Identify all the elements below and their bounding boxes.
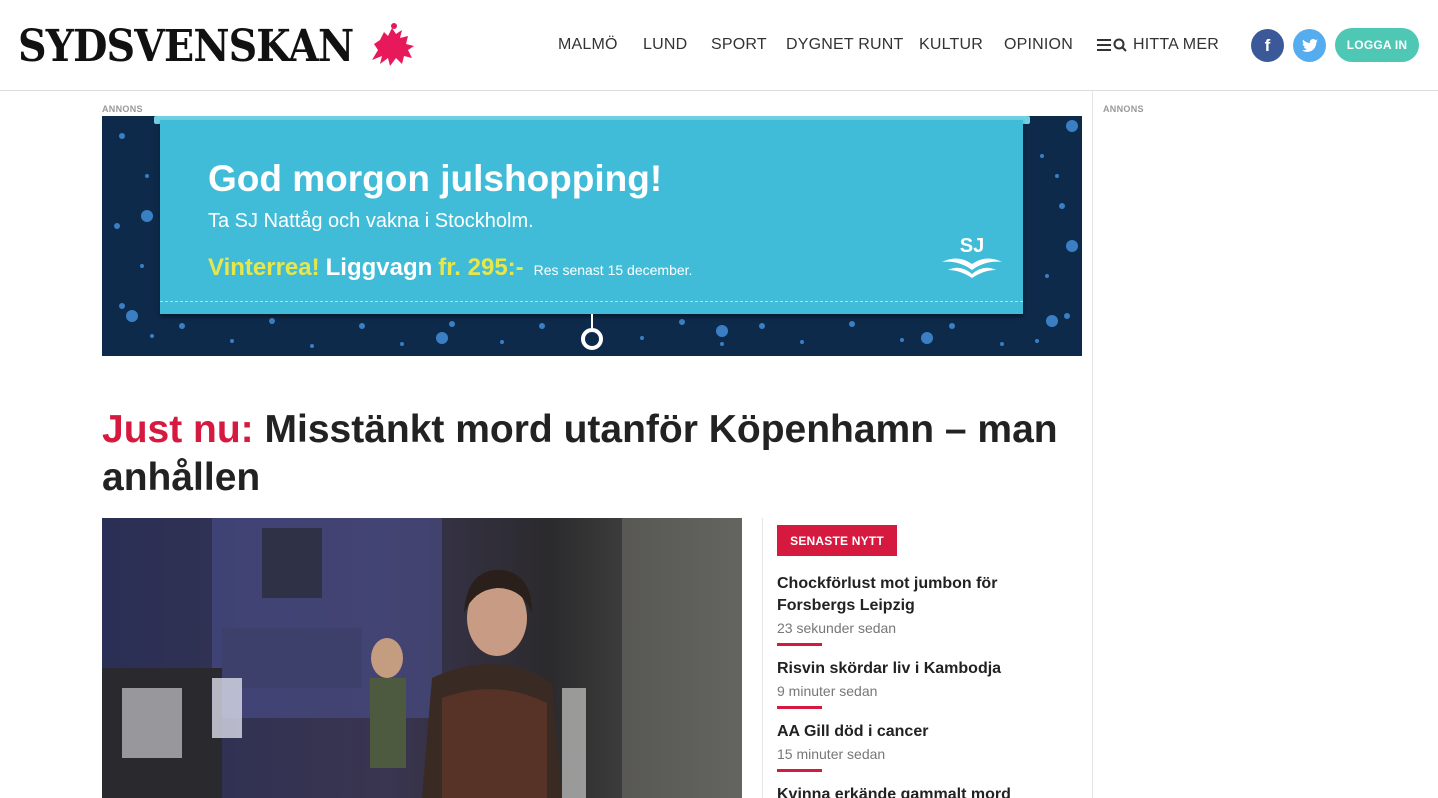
twitter-icon [1301,38,1318,52]
sj-logo-text: SJ [960,235,984,257]
twitter-button[interactable] [1293,29,1326,62]
news-item-title[interactable]: AA Gill död i cancer [777,721,1077,743]
ad-pull-ring [581,328,603,350]
top-story-photo[interactable] [102,518,742,798]
ad-offer-note: Res senast 15 december. [533,262,693,278]
top-story-headline[interactable]: Just nu: Misstänkt mord utanför Köpenham… [102,406,1062,502]
ad-offer-product: Liggvagn [325,254,433,281]
side-ad-label: ANNONS [1103,104,1144,114]
news-item-title[interactable]: Risvin skördar liv i Kambodja [777,658,1077,680]
news-item-time: 9 minuter sedan [777,683,878,699]
latest-news-badge[interactable]: SENASTE NYTT [777,525,897,556]
ad-offer-price: fr. 295:- [438,254,524,281]
ad-pull-string [591,314,593,328]
ad-dotted-line [160,301,1023,302]
ad-subline: Ta SJ Nattåg och vakna i Stockholm. [208,210,534,232]
right-column-divider [1092,91,1093,798]
sj-ad-banner[interactable]: God morgon julshopping! Ta SJ Nattåg och… [102,116,1082,356]
headline-prefix: Just nu: [102,408,254,451]
news-item[interactable]: Risvin skördar liv i Kambodja 9 minuter … [777,658,1077,709]
login-button[interactable]: LOGGA IN [1335,28,1419,62]
news-column-divider [762,518,763,798]
article-photo-image [102,518,742,798]
facebook-icon: f [1264,35,1271,55]
news-item-divider [777,643,822,646]
ad-offer: Vinterrea! Liggvagn fr. 295:- Res senast… [208,254,692,282]
nav-item-kultur[interactable]: KULTUR [919,36,983,54]
news-item[interactable]: Kvinna erkände gammalt mord [777,784,1077,798]
ad-headline: God morgon julshopping! [208,158,663,199]
ad-label: ANNONS [102,104,143,114]
menu-search-icon [1097,38,1127,52]
hitta-mer-button[interactable]: HITTA MER [1097,36,1219,54]
facebook-button[interactable]: f [1251,29,1284,62]
nav-item-dygnet-runt[interactable]: DYGNET RUNT [786,36,903,54]
logo-wordmark[interactable]: SYDSVENSKAN [18,21,354,72]
news-item-time: 23 sekunder sedan [777,620,897,636]
nav-item-opinion[interactable]: OPINION [1004,36,1073,54]
news-item-divider [777,769,822,772]
nav-item-sport[interactable]: SPORT [711,36,767,54]
hitta-mer-label: HITTA MER [1133,36,1219,53]
latest-news-list: Chockförlust mot jumbon för Forsbergs Le… [777,573,1077,798]
site-logo[interactable]: SYDSVENSKAN [18,20,414,72]
news-item-divider [777,706,822,709]
nav-item-lund[interactable]: LUND [643,36,687,54]
news-item-title[interactable]: Chockförlust mot jumbon för Forsbergs Le… [777,573,1077,617]
news-item-time: 15 minuter sedan [777,746,886,762]
ad-panel: God morgon julshopping! Ta SJ Nattåg och… [160,120,1023,314]
news-item[interactable]: AA Gill död i cancer 15 minuter sedan [777,721,1077,772]
nav-item-malmo[interactable]: MALMÖ [558,36,618,54]
griffin-logo-icon [372,23,414,66]
site-header: SYDSVENSKAN MALMÖ LUND SPORT DYGNET RUNT… [0,0,1438,91]
sj-logo-icon: SJ [942,235,1002,278]
news-item-title[interactable]: Kvinna erkände gammalt mord [777,784,1077,798]
news-item[interactable]: Chockförlust mot jumbon för Forsbergs Le… [777,573,1077,646]
ad-offer-sale: Vinterrea! [208,254,320,281]
